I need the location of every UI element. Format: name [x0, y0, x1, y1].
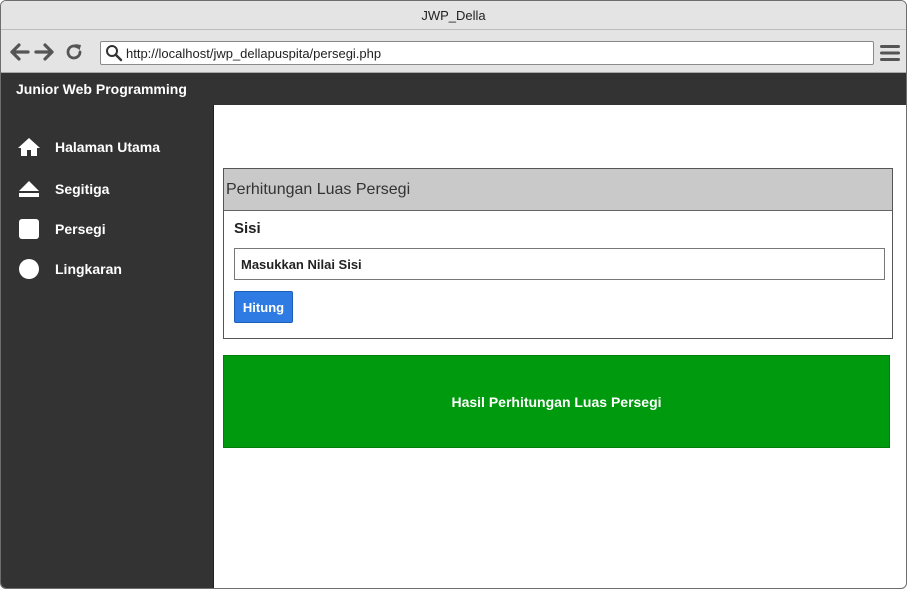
window-titlebar: JWP_Della — [1, 1, 906, 30]
arrow-right-icon — [34, 43, 54, 61]
calculation-panel: Perhitungan Luas Persegi Sisi Hitung — [223, 168, 893, 339]
url-input[interactable] — [126, 45, 873, 61]
arrow-left-icon — [10, 43, 30, 61]
browser-window: JWP_Della http://localhost/jwp_dellapusp… — [0, 0, 907, 589]
result-box: Hasil Perhitungan Luas Persegi — [223, 355, 890, 448]
forward-button[interactable] — [34, 42, 54, 62]
circle-icon — [17, 258, 41, 280]
app-header: Junior Web Programming — [1, 73, 906, 105]
home-icon — [17, 136, 41, 158]
eject-triangle-icon — [17, 178, 41, 200]
panel-header: Perhitungan Luas Persegi — [224, 169, 892, 211]
sidebar-item-label: Segitiga — [55, 181, 110, 197]
reload-button[interactable] — [64, 42, 84, 62]
hitung-button[interactable]: Hitung — [234, 291, 293, 323]
sidebar-item-label: Lingkaran — [55, 261, 122, 277]
browser-toolbar — [1, 30, 906, 73]
panel-title: Perhitungan Luas Persegi — [226, 180, 411, 198]
sisi-label: Sisi — [234, 220, 261, 237]
sidebar-item-label: Halaman Utama — [55, 139, 161, 155]
back-button[interactable] — [10, 42, 30, 62]
search-icon — [106, 45, 123, 62]
sidebar: Halaman Utama Segitiga Persegi Lingkaran — [1, 105, 214, 588]
app-title: Junior Web Programming — [16, 81, 187, 97]
sidebar-item-segitiga[interactable]: Segitiga — [17, 176, 109, 202]
window-title: JWP_Della — [421, 7, 486, 23]
address-bar[interactable] — [100, 41, 874, 65]
sidebar-item-halaman-utama[interactable]: Halaman Utama — [17, 134, 160, 160]
sidebar-item-label: Persegi — [55, 221, 106, 237]
reload-icon — [66, 44, 82, 60]
sidebar-item-lingkaran[interactable]: Lingkaran — [17, 256, 122, 282]
result-text: Hasil Perhitungan Luas Persegi — [451, 393, 662, 410]
sidebar-item-persegi[interactable]: Persegi — [17, 216, 106, 242]
hamburger-menu-icon — [880, 45, 900, 61]
square-icon — [17, 218, 41, 240]
sisi-input[interactable] — [234, 248, 885, 280]
browser-menu-button[interactable] — [880, 44, 900, 62]
